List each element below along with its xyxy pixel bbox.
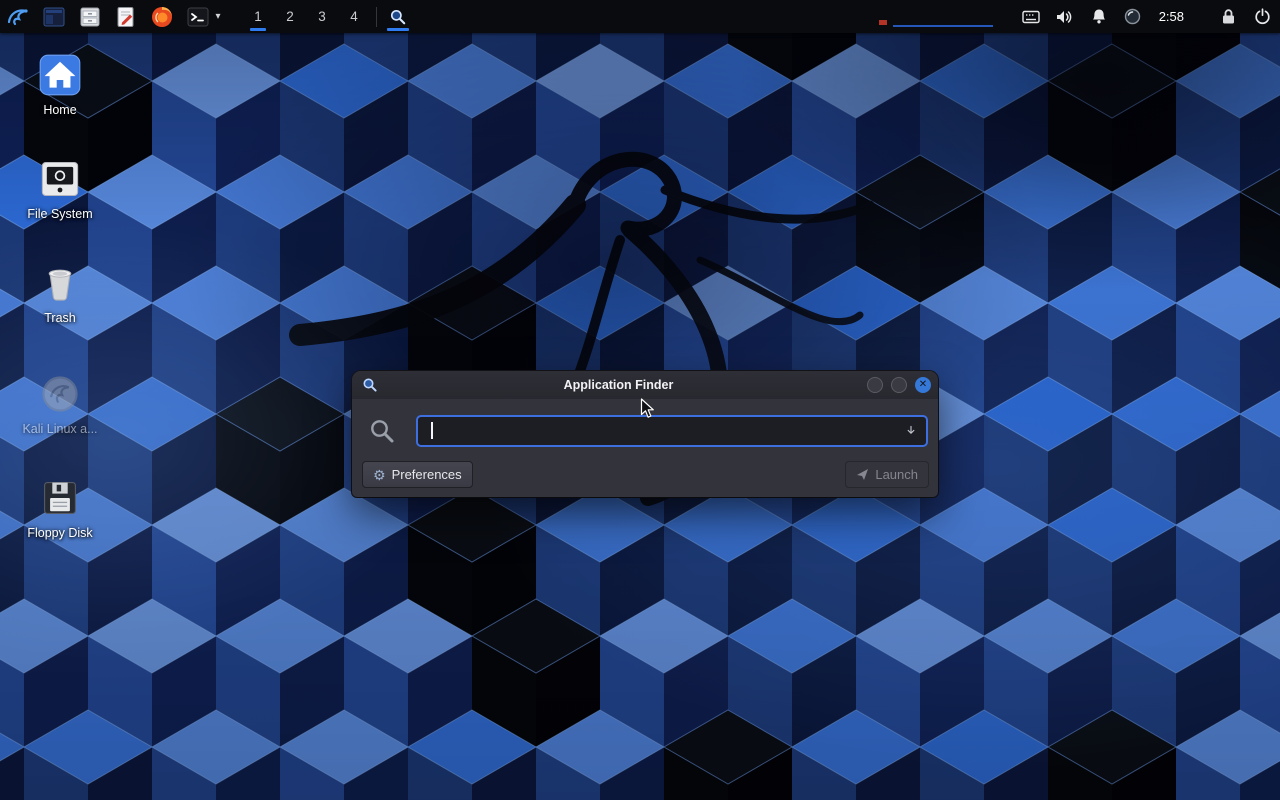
firefox-launcher[interactable] — [149, 4, 175, 30]
workspace-label: 1 — [254, 9, 262, 24]
terminal-dropdown-chevron-icon[interactable]: ▾ — [212, 11, 224, 22]
volume-icon — [1055, 9, 1074, 25]
status-circle-icon — [1124, 8, 1141, 25]
clock[interactable]: 2:58 — [1153, 8, 1190, 25]
text-caret — [431, 422, 433, 439]
panel-tray-area: 2:58 — [893, 6, 1272, 28]
close-button[interactable]: ✕ — [915, 377, 931, 393]
firefox-icon — [150, 5, 174, 29]
keyboard-icon — [1022, 10, 1040, 24]
terminal-launcher[interactable] — [185, 4, 211, 30]
arrow-down-icon — [906, 423, 916, 437]
workspace-button-4[interactable]: 4 — [338, 0, 370, 33]
kali-docs-icon — [38, 372, 82, 416]
notifications-tray-button[interactable] — [1089, 6, 1109, 28]
top-panel: ▾ 1 2 3 4 — [0, 0, 1280, 33]
maximize-button[interactable] — [891, 377, 907, 393]
volume-tray-button[interactable] — [1055, 6, 1075, 28]
kali-dragon-logo-icon — [6, 5, 30, 29]
applications-menu-button[interactable] — [5, 4, 31, 30]
workspace-button-3[interactable]: 3 — [306, 0, 338, 33]
notifications-bell-icon — [1091, 8, 1107, 25]
desktop-icon-label: File System — [12, 207, 108, 221]
file-manager-launcher[interactable] — [77, 4, 103, 30]
workspace-switcher: 1 2 3 4 — [242, 0, 370, 33]
launch-label: Launch — [875, 467, 918, 482]
terminal-icon — [186, 5, 210, 29]
file-manager-icon — [78, 5, 102, 29]
desktop-icon-label: Trash — [12, 311, 108, 325]
titlebar[interactable]: Application Finder ✕ — [352, 371, 938, 399]
power-icon — [1254, 8, 1271, 25]
gear-icon: ⚙ — [373, 468, 386, 482]
floppy-disk-icon — [38, 476, 82, 520]
keyboard-tray-button[interactable] — [1021, 6, 1041, 28]
search-input[interactable] — [430, 419, 896, 443]
panel-separator — [376, 7, 377, 27]
workspace-label: 2 — [286, 9, 294, 24]
power-tray-button[interactable] — [1252, 6, 1272, 28]
launch-button[interactable]: Launch — [845, 461, 929, 488]
preferences-label: Preferences — [392, 467, 462, 482]
workspace-button-2[interactable]: 2 — [274, 0, 306, 33]
desktop-icon-label: Home — [12, 103, 108, 117]
desktop-icon-label: Floppy Disk — [12, 526, 108, 540]
lock-icon — [1221, 8, 1236, 25]
graph-red-tick — [879, 20, 887, 25]
window-body: ⚙ Preferences Launch — [352, 399, 938, 497]
text-editor-launcher[interactable] — [113, 4, 139, 30]
lock-tray-button[interactable] — [1218, 6, 1238, 28]
home-folder-icon — [38, 53, 82, 97]
button-row: ⚙ Preferences Launch — [362, 461, 929, 489]
workspace-button-1[interactable]: 1 — [242, 0, 274, 33]
window-icon — [42, 5, 66, 29]
application-finder-icon — [389, 6, 407, 28]
system-monitor-graph[interactable] — [893, 7, 993, 27]
trash-icon — [38, 261, 82, 305]
desktop-screen: ▾ 1 2 3 4 — [0, 0, 1280, 800]
application-finder-window: Application Finder ✕ — [352, 371, 938, 497]
desktop-icon-label: Kali Linux a... — [12, 422, 108, 436]
window-search-icon — [362, 377, 378, 393]
workspace-label: 4 — [350, 9, 358, 24]
window-title: Application Finder — [378, 378, 859, 392]
desktop-icon-floppy-disk[interactable]: Floppy Disk — [12, 476, 108, 540]
filesystem-drive-icon — [38, 157, 82, 201]
text-editor-icon — [114, 5, 138, 29]
desktop-icon-kali-docs[interactable]: Kali Linux a... — [12, 372, 108, 436]
workspace-label: 3 — [318, 9, 326, 24]
desktop-icon-trash[interactable]: Trash — [12, 261, 108, 325]
preferences-button[interactable]: ⚙ Preferences — [362, 461, 473, 488]
search-row — [352, 415, 938, 447]
window-manager-launcher[interactable] — [41, 4, 67, 30]
search-input-wrapper — [416, 415, 928, 447]
taskbar-application-finder[interactable] — [383, 0, 413, 33]
launch-icon — [856, 468, 869, 481]
desktop-icon-file-system[interactable]: File System — [12, 157, 108, 221]
status-tray-button[interactable] — [1123, 6, 1143, 28]
search-icon — [368, 417, 396, 445]
minimize-button[interactable] — [867, 377, 883, 393]
desktop-icon-home[interactable]: Home — [12, 53, 108, 117]
dropdown-arrow-button[interactable] — [900, 419, 922, 441]
